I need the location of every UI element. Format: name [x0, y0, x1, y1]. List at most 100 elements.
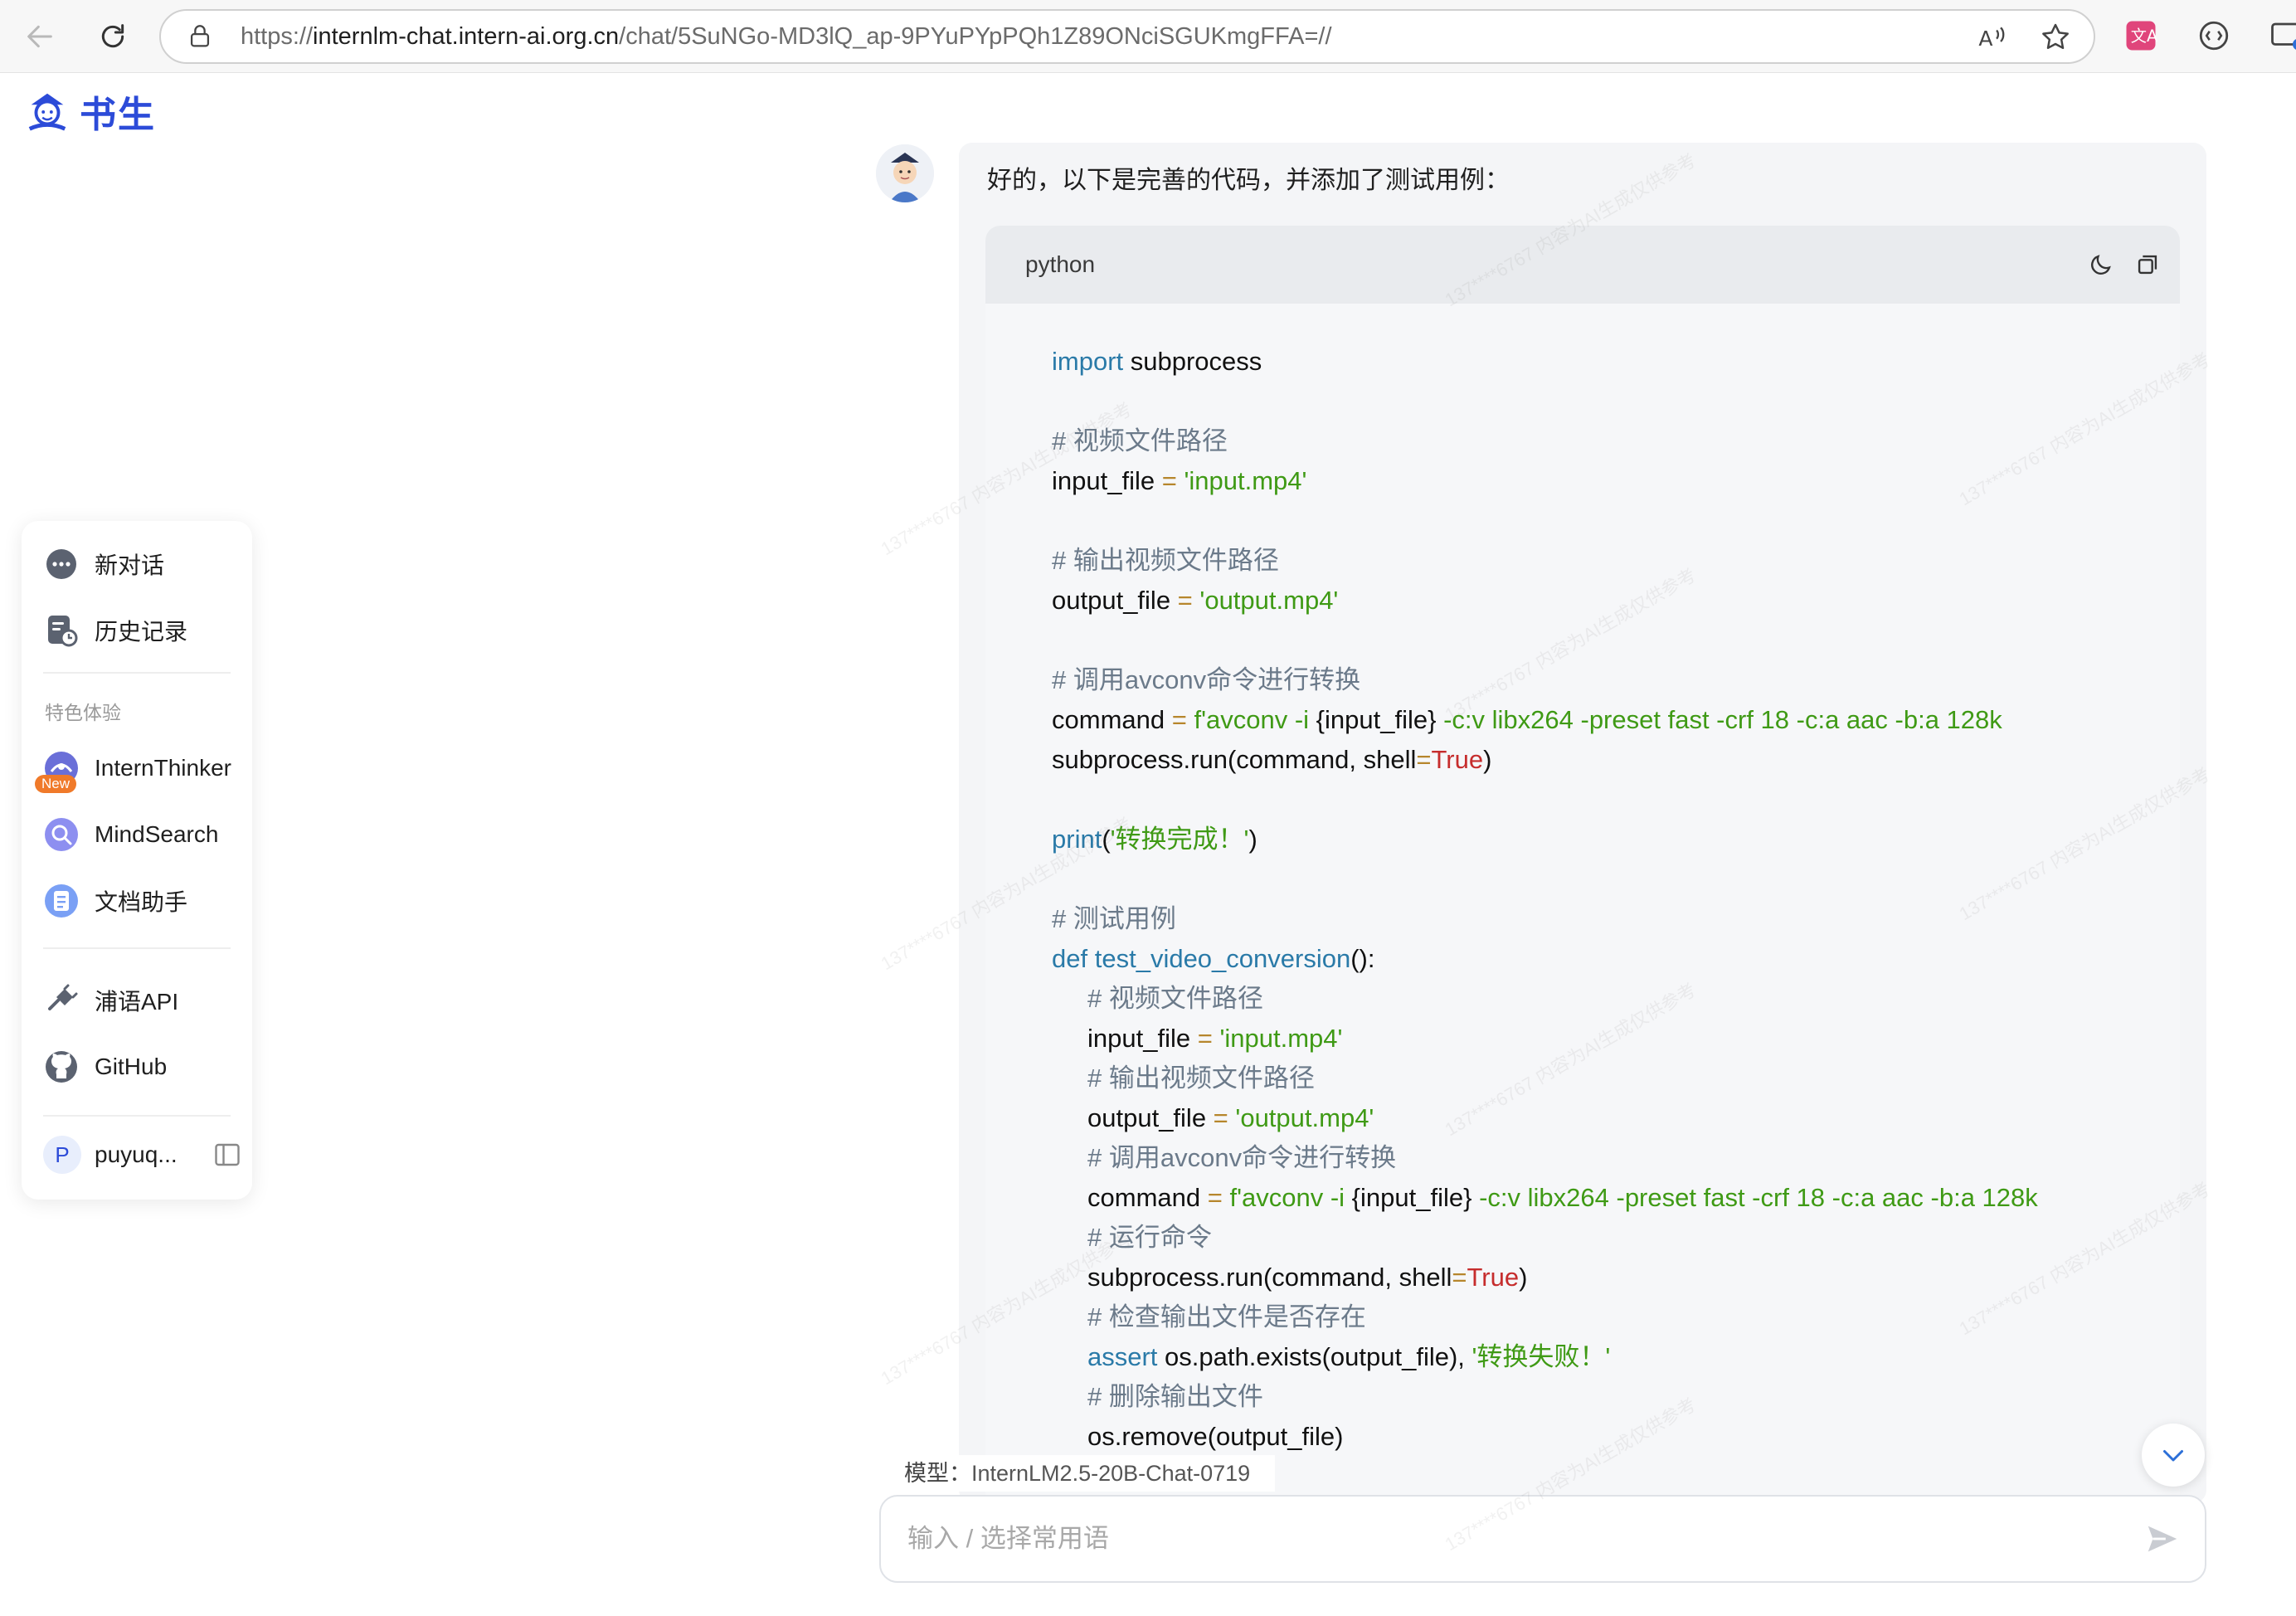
code-token: {input_file}: [1351, 1183, 1472, 1212]
sidebar-item-label: GitHub: [95, 1054, 168, 1079]
code-token: assert: [1087, 1342, 1158, 1371]
code-token: -c:v libx264 -preset fast -crf 18 -c:a a…: [1436, 705, 2002, 734]
code-line: # 检查输出文件是否存在: [1087, 1297, 1366, 1337]
tabs-icon[interactable]: [2269, 18, 2296, 53]
lock-icon[interactable]: [186, 22, 214, 51]
extension-icon[interactable]: [2196, 18, 2231, 53]
sidebar-item-puyu-api[interactable]: 浦语API: [43, 977, 178, 1024]
sidebar-item-history[interactable]: 历史记录: [43, 607, 187, 654]
code-token: def: [1052, 944, 1088, 973]
back-button[interactable]: [15, 12, 65, 61]
assistant-avatar: [876, 144, 934, 202]
code-token: -c:v libx264 -preset fast -crf 18 -c:a a…: [1471, 1183, 2038, 1212]
sidebar-item-label: 历史记录: [95, 619, 188, 645]
code-token: # 调用avconv命令进行转换: [1087, 1143, 1397, 1172]
sidebar-item-new-chat[interactable]: 新对话: [43, 541, 164, 587]
code-block-header: python: [985, 226, 2180, 304]
code-token: subprocess.run(command, shell: [1087, 1263, 1452, 1292]
url-text[interactable]: https://internlm-chat.intern-ai.org.cn/c…: [241, 11, 1332, 62]
code-token: ): [1519, 1263, 1528, 1292]
url-path: /chat/5SuNGo-MD3lQ_ap-9PYuPYpPQh1Z89ONci…: [619, 23, 1332, 50]
code-line: # 测试用例: [1052, 899, 1176, 939]
code-token: output_file: [1087, 1103, 1214, 1132]
code-token: output_file: [1052, 586, 1178, 615]
code-token: ): [1483, 745, 1492, 774]
user-profile[interactable]: P puyuq...: [43, 1132, 242, 1178]
code-token: =: [1161, 466, 1177, 495]
chat-input-container: [879, 1495, 2206, 1583]
code-token: input_file: [1052, 466, 1162, 495]
scroll-to-bottom-button[interactable]: [2142, 1424, 2205, 1487]
code-token: =: [1177, 586, 1193, 615]
code-line: def test_video_conversion():: [1052, 939, 1374, 979]
code-token: # 视频文件路径: [1052, 426, 1228, 455]
copy-icon[interactable]: [2133, 251, 2162, 279]
code-token: # 删除输出文件: [1087, 1382, 1263, 1411]
code-line: input_file = 'input.mp4': [1087, 1019, 1342, 1059]
code-line: print('转换完成！'): [1052, 820, 1257, 859]
code-token: (: [1102, 825, 1111, 854]
user-name[interactable]: puyuq...: [95, 1141, 178, 1168]
svg-text:文A: 文A: [2131, 27, 2158, 46]
code-token: # 调用avconv命令进行转换: [1052, 665, 1361, 694]
code-token: =: [1452, 1263, 1467, 1292]
code-line: # 视频文件路径: [1087, 979, 1263, 1019]
code-line: # 视频文件路径: [1052, 421, 1228, 461]
sidebar-divider: [43, 1115, 231, 1117]
code-token: ): [1248, 825, 1257, 854]
reload-button[interactable]: [88, 12, 138, 61]
sidebar-item-internthinker[interactable]: New InternThinker: [35, 745, 231, 793]
send-icon[interactable]: [2143, 1520, 2182, 1558]
read-aloud-icon[interactable]: A: [1976, 21, 2009, 54]
favorite-star-icon[interactable]: [2039, 21, 2072, 54]
code-token: True: [1467, 1263, 1520, 1292]
code-token: subprocess.run(command, shell: [1052, 745, 1417, 774]
code-token: # 视频文件路径: [1087, 984, 1263, 1013]
code-line: # 输出视频文件路径: [1052, 541, 1279, 581]
code-line: output_file = 'output.mp4': [1087, 1098, 1374, 1138]
model-name: InternLM2.5-20B-Chat-0719: [971, 1461, 1251, 1486]
code-token: ():: [1350, 944, 1375, 973]
code-line: # 运行命令: [1087, 1218, 1212, 1258]
plug-icon: [43, 982, 80, 1019]
code-token: 'input.mp4': [1184, 466, 1307, 495]
translate-extension-icon[interactable]: 文A: [2123, 18, 2158, 53]
brand-logo[interactable]: 书生: [23, 86, 156, 136]
address-bar[interactable]: https://internlm-chat.intern-ai.org.cn/c…: [159, 9, 2095, 64]
code-line: input_file = 'input.mp4': [1052, 461, 1306, 501]
browser-toolbar: https://internlm-chat.intern-ai.org.cn/c…: [0, 0, 2296, 73]
code-token: print: [1052, 825, 1102, 854]
code-token: True: [1431, 745, 1484, 774]
chat-input[interactable]: [907, 1497, 2118, 1581]
theme-toggle-moon-icon[interactable]: [2087, 251, 2115, 279]
code-line: command = f'avconv -i {input_file} -c:v …: [1087, 1178, 2038, 1218]
code-line: # 删除输出文件: [1087, 1377, 1263, 1417]
sidebar-item-doc-assistant[interactable]: 文档助手: [43, 878, 187, 924]
code-token: # 输出视频文件路径: [1087, 1064, 1315, 1093]
url-host: internlm-chat.intern-ai.org.cn: [313, 23, 620, 50]
code-token: 'input.mp4': [1219, 1024, 1343, 1053]
sidebar-item-label: 浦语API: [95, 989, 179, 1015]
code-line: output_file = 'output.mp4': [1052, 581, 1338, 621]
code-line: assert os.path.exists(output_file), '转换失…: [1087, 1337, 1610, 1377]
code-token: # 测试用例: [1052, 904, 1176, 933]
code-token: =: [1171, 705, 1187, 734]
user-avatar[interactable]: P: [43, 1136, 81, 1174]
sidebar-item-label: InternThinker: [95, 755, 231, 781]
code-token: subprocess: [1123, 347, 1262, 376]
code-line: # 输出视频文件路径: [1087, 1059, 1315, 1098]
mindsearch-icon: [43, 816, 80, 853]
code-token: # 运行命令: [1087, 1223, 1212, 1252]
code-line: # 调用avconv命令进行转换: [1087, 1138, 1396, 1178]
model-indicator: 模型：InternLM2.5-20B-Chat-0719: [904, 1455, 1276, 1492]
internthinker-icon: New: [35, 750, 80, 793]
sidebar-item-github[interactable]: GitHub: [43, 1044, 167, 1090]
sidebar-collapse-icon[interactable]: [212, 1140, 242, 1170]
code-line: command = f'avconv -i {input_file} -c:v …: [1052, 700, 2002, 740]
sidebar: 新对话 历史记录 特色体验 New InternThinker MindSear…: [22, 521, 252, 1200]
sidebar-item-mindsearch[interactable]: MindSearch: [43, 811, 218, 858]
message-intro: 好的，以下是完善的代码，并添加了测试用例：: [987, 167, 1510, 194]
github-icon: [43, 1049, 80, 1085]
code-token: os.path.exists(output_file),: [1157, 1342, 1472, 1371]
